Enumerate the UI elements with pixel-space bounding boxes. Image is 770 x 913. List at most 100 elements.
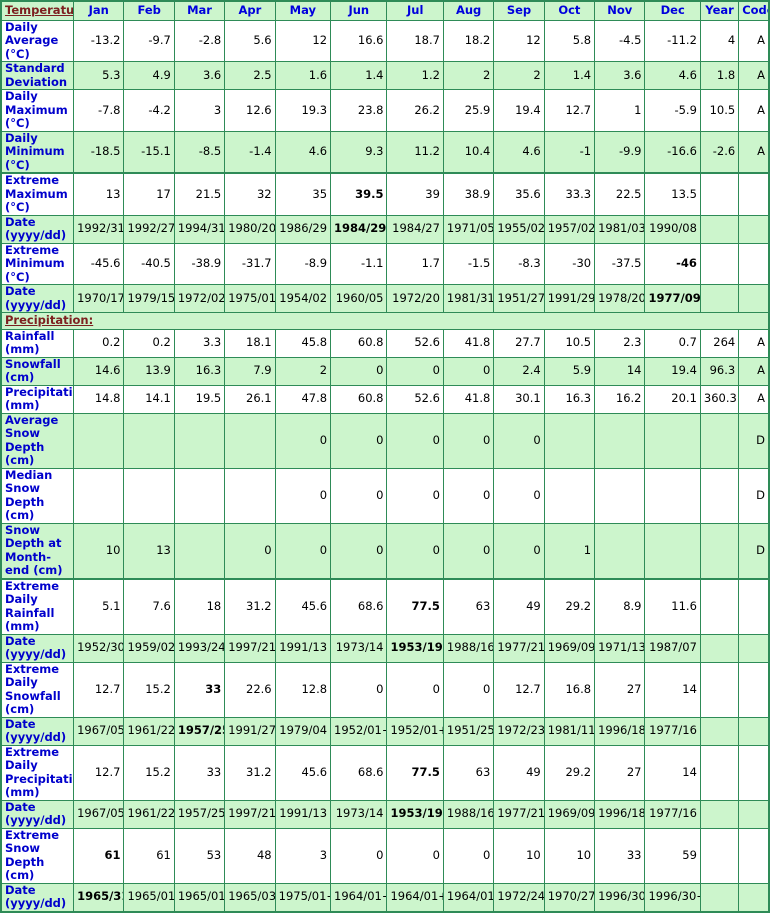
- data-cell: [699, 661, 740, 718]
- table-row: Snowfall (cm) 14.6 13.9 16.3 7.9 2 0 0 0 2.4 5.9 14…: [0, 356, 770, 386]
- data-cell-code: [738, 661, 770, 718]
- row-label: Date (yyyy/dd): [0, 799, 75, 829]
- data-cell: 1979/04: [274, 716, 332, 746]
- data-cell-code: A: [738, 328, 770, 358]
- data-cell: [699, 522, 740, 579]
- data-cell: 15.2: [123, 661, 175, 718]
- table-row: Standard Deviation 5.3 4.9 3.6 2.5 1.6 1.4 1.2 2…: [0, 61, 770, 90]
- data-cell: 48: [224, 827, 276, 884]
- data-cell: 27: [594, 661, 646, 718]
- data-cell: 3.6: [173, 61, 226, 90]
- data-cell: 12.7: [73, 661, 125, 718]
- data-cell: 13: [123, 522, 175, 579]
- data-cell: [699, 242, 740, 285]
- data-cell: 0: [274, 467, 332, 524]
- data-cell: -1.1: [330, 242, 388, 285]
- data-cell: 3: [274, 827, 332, 884]
- data-cell-code: A: [738, 89, 770, 132]
- data-cell: 77.5: [386, 577, 444, 635]
- data-cell: 8.9: [594, 577, 646, 635]
- data-cell: 2.5: [224, 61, 276, 90]
- table-header-row: Temperature:JanFebMarAprMayJunJulAugSepO…: [0, 0, 770, 21]
- data-cell: -13.2: [73, 19, 125, 62]
- data-cell: 1973/14: [330, 633, 388, 663]
- data-cell: 0: [442, 827, 495, 884]
- data-cell: 27: [594, 744, 646, 801]
- data-cell: 1996/30: [594, 882, 646, 912]
- data-cell: 0: [493, 467, 545, 524]
- data-cell: 1984/27: [386, 214, 444, 244]
- data-cell: 1957/25: [173, 799, 226, 829]
- data-cell: 1991/27: [224, 716, 276, 746]
- data-cell-code: D: [738, 467, 770, 524]
- data-cell: [699, 716, 740, 746]
- row-label: Date (yyyy/dd): [0, 214, 75, 244]
- data-cell: 12.7: [73, 744, 125, 801]
- data-cell: 0: [330, 827, 388, 884]
- table-row: Average Snow Depth (cm) 0 0 0 0 0 D: [0, 412, 770, 469]
- data-cell: [173, 522, 226, 579]
- data-cell: 1987/07: [644, 633, 701, 663]
- data-cell: 19.5: [173, 384, 226, 414]
- data-cell: 1.4: [330, 61, 388, 90]
- data-cell: 38.9: [442, 172, 495, 216]
- data-cell: 10.4: [442, 130, 495, 174]
- row-label: Extreme Daily Precipitation (mm): [0, 744, 75, 801]
- data-cell: 1964/01+: [442, 882, 495, 912]
- data-cell-code: A: [738, 356, 770, 386]
- data-cell-code: D: [738, 412, 770, 469]
- data-cell: 1992/31: [73, 214, 125, 244]
- data-cell: 5.3: [73, 61, 125, 90]
- data-cell: 9.3: [330, 130, 388, 174]
- row-label: Date (yyyy/dd): [0, 882, 75, 912]
- data-cell: 1977/16: [644, 716, 701, 746]
- data-cell: 1988/16: [442, 799, 495, 829]
- data-cell: 68.6: [330, 744, 388, 801]
- data-cell: 53: [173, 827, 226, 884]
- data-cell: 1952/01+: [386, 716, 444, 746]
- data-cell: 52.6: [386, 384, 444, 414]
- table-row: Date (yyyy/dd) 1992/31 1992/27 1994/31 1980/…: [0, 214, 770, 244]
- data-cell: [699, 214, 740, 244]
- data-cell: 20.1: [644, 384, 701, 414]
- data-cell: 39: [386, 172, 444, 216]
- data-cell: 33.3: [543, 172, 596, 216]
- data-cell: 0: [330, 412, 388, 469]
- data-cell: 1957/25: [173, 716, 226, 746]
- data-cell: [699, 827, 740, 884]
- data-cell: 1992/27: [123, 214, 175, 244]
- data-cell: 1.2: [386, 61, 444, 90]
- row-label: Extreme Maximum (°C): [0, 172, 75, 216]
- data-cell: 63: [442, 744, 495, 801]
- data-cell: 0: [442, 412, 495, 469]
- section-header-precipitation: Precipitation:: [0, 312, 770, 330]
- column-header-apr: Apr: [224, 0, 276, 21]
- data-cell: [73, 467, 125, 524]
- data-cell: 0: [493, 522, 545, 579]
- data-cell: 2: [493, 61, 545, 90]
- data-cell: 1970/17: [73, 284, 125, 313]
- data-cell: 16.2: [594, 384, 646, 414]
- data-cell-code: [738, 284, 770, 313]
- data-cell-code: [738, 214, 770, 244]
- data-cell: 0: [493, 412, 545, 469]
- data-cell: 45.6: [274, 577, 332, 635]
- data-cell: [543, 467, 596, 524]
- data-cell: 0.7: [644, 328, 701, 358]
- table-row: Extreme Maximum (°C) 13 17 21.5 32 35 39.5 39 38…: [0, 172, 770, 216]
- data-cell: 0: [386, 412, 444, 469]
- data-cell-code: [738, 716, 770, 746]
- row-label: Date (yyyy/dd): [0, 716, 75, 746]
- data-cell: [594, 467, 646, 524]
- table-row: Snow Depth at Month-end (cm) 10 13 0 0 0 0 0 0 1 D: [0, 522, 770, 579]
- data-cell: [699, 284, 740, 313]
- row-label: Date (yyyy/dd): [0, 633, 75, 663]
- data-cell: 5.1: [73, 577, 125, 635]
- data-cell: -18.5: [73, 130, 125, 174]
- data-cell-code: A: [738, 384, 770, 414]
- data-cell: 14.1: [123, 384, 175, 414]
- data-cell: 10: [543, 827, 596, 884]
- data-cell: 0: [330, 522, 388, 579]
- data-cell: [699, 744, 740, 801]
- data-cell: 41.8: [442, 328, 495, 358]
